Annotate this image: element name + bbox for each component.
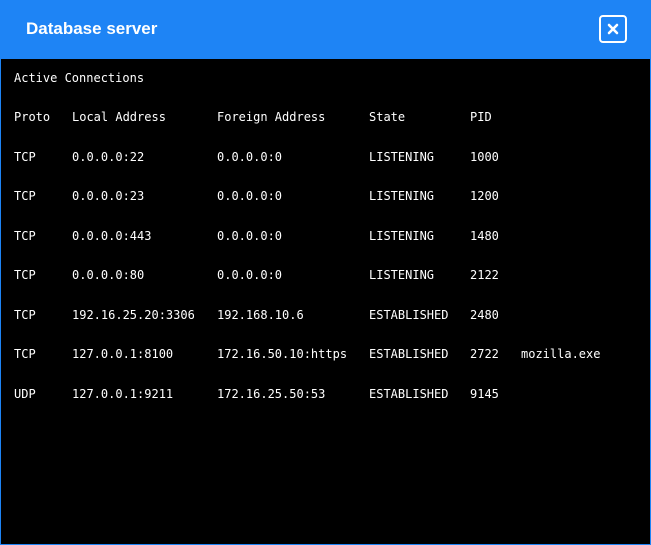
- column-header-foreign-address: Foreign Address: [217, 110, 326, 124]
- pid-cell: 2480: [470, 308, 499, 322]
- local-address-cell: 127.0.0.1:9211: [72, 387, 174, 401]
- process-cell: mozilla.exe: [521, 347, 601, 361]
- proto-cell: TCP: [14, 268, 36, 282]
- state-cell: LISTENING: [369, 150, 435, 164]
- netstat-output: Active Connections Proto Local Address F…: [1, 59, 650, 544]
- proto-cell: TCP: [14, 189, 36, 203]
- pid-cell: 2722: [470, 347, 499, 361]
- local-address-cell: 0.0.0.0:80: [72, 268, 145, 282]
- state-cell: LISTENING: [369, 229, 435, 243]
- active-connections-heading: Active Connections: [14, 71, 145, 85]
- proto-cell: TCP: [14, 150, 36, 164]
- foreign-address-cell: 172.16.25.50:53: [217, 387, 326, 401]
- foreign-address-cell: 0.0.0.0:0: [217, 229, 283, 243]
- proto-cell: TCP: [14, 229, 36, 243]
- foreign-address-cell: 0.0.0.0:0: [217, 150, 283, 164]
- proto-cell: TCP: [14, 308, 36, 322]
- foreign-address-cell: 0.0.0.0:0: [217, 268, 283, 282]
- pid-cell: 1000: [470, 150, 499, 164]
- title-bar: Database server: [1, 1, 650, 59]
- column-header-pid: PID: [470, 110, 492, 124]
- pid-cell: 2122: [470, 268, 499, 282]
- local-address-cell: 127.0.0.1:8100: [72, 347, 174, 361]
- state-cell: ESTABLISHED: [369, 347, 449, 361]
- local-address-cell: 0.0.0.0:22: [72, 150, 145, 164]
- close-button[interactable]: [599, 15, 627, 43]
- state-cell: LISTENING: [369, 268, 435, 282]
- close-icon: [607, 23, 619, 35]
- column-header-local-address: Local Address: [72, 110, 166, 124]
- local-address-cell: 192.16.25.20:3306: [72, 308, 195, 322]
- state-cell: ESTABLISHED: [369, 387, 449, 401]
- window-title: Database server: [26, 19, 158, 38]
- pid-cell: 9145: [470, 387, 499, 401]
- proto-cell: TCP: [14, 347, 36, 361]
- database-server-window: Database server Active Connections Proto…: [0, 0, 651, 545]
- foreign-address-cell: 192.168.10.6: [217, 308, 304, 322]
- foreign-address-cell: 172.16.50.10:https: [217, 347, 348, 361]
- local-address-cell: 0.0.0.0:23: [72, 189, 145, 203]
- column-header-proto: Proto: [14, 110, 51, 124]
- pid-cell: 1480: [470, 229, 499, 243]
- pid-cell: 1200: [470, 189, 499, 203]
- state-cell: ESTABLISHED: [369, 308, 449, 322]
- proto-cell: UDP: [14, 387, 36, 401]
- column-header-state: State: [369, 110, 406, 124]
- state-cell: LISTENING: [369, 189, 435, 203]
- foreign-address-cell: 0.0.0.0:0: [217, 189, 283, 203]
- local-address-cell: 0.0.0.0:443: [72, 229, 152, 243]
